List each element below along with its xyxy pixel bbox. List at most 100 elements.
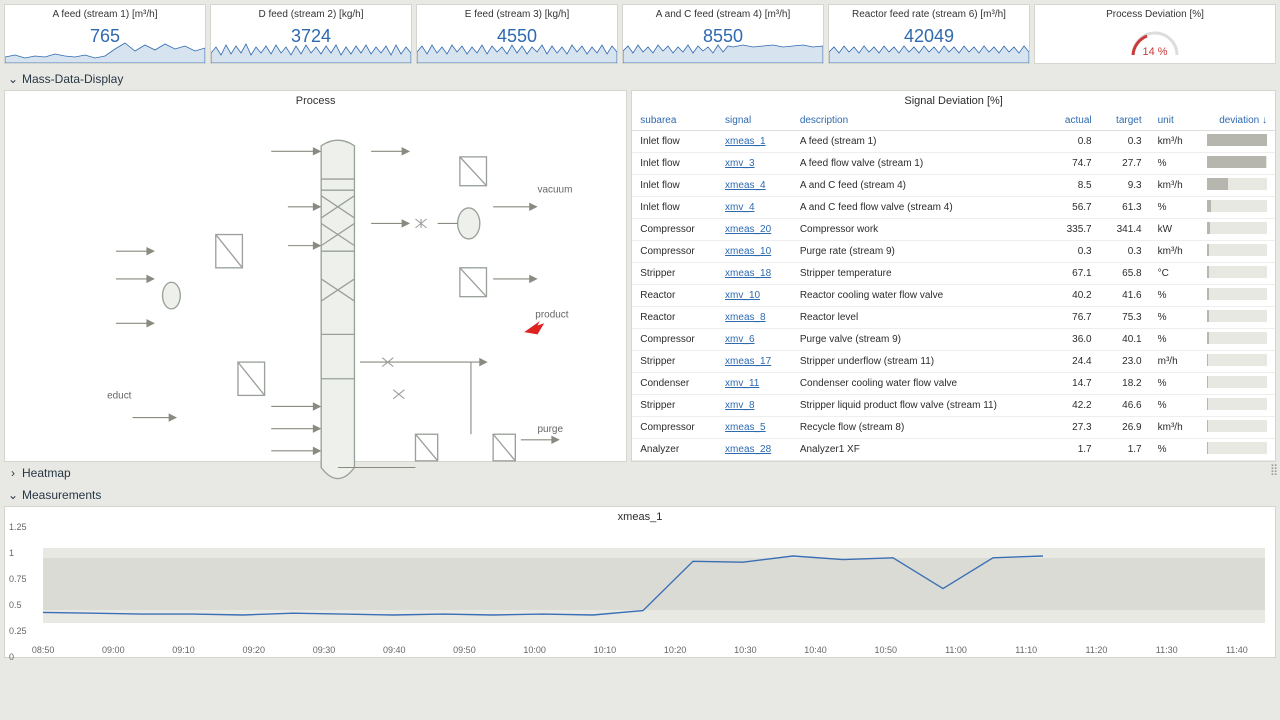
- cell-signal[interactable]: xmeas_1: [717, 131, 792, 153]
- table-row[interactable]: Analyzerxmeas_28Analyzer1 XF1.71.7%0.5: [632, 439, 1275, 461]
- table-row[interactable]: Condenserxmv_11Condenser cooling water f…: [632, 373, 1275, 395]
- cell-signal[interactable]: xmeas_17: [717, 351, 792, 373]
- cell-signal[interactable]: xmeas_8: [717, 307, 792, 329]
- cell-description: Condenser cooling water flow valve: [792, 373, 1048, 395]
- cell-deviation: [1199, 461, 1275, 463]
- table-row[interactable]: Compressorxmeas_10Purge rate (stream 9)0…: [632, 241, 1275, 263]
- table-row[interactable]: Stripperxmeas_17Stripper underflow (stre…: [632, 351, 1275, 373]
- cell-subarea: Inlet flow: [632, 153, 717, 175]
- cell-deviation: 12.3: [1199, 175, 1275, 197]
- process-diagram[interactable]: vacuum product educt purge: [5, 111, 626, 502]
- deviation-panel: Signal Deviation [%] subarea signal desc…: [631, 90, 1276, 462]
- table-row[interactable]: Stripperxmeas_18Stripper temperature67.1…: [632, 263, 1275, 285]
- cell-unit: %: [1150, 395, 1199, 417]
- ytick: 1: [9, 548, 14, 558]
- col-deviation[interactable]: deviation ↓: [1199, 111, 1275, 131]
- cell-signal[interactable]: xmeas_15: [717, 461, 792, 463]
- xtick: 11:00: [945, 645, 967, 655]
- cell-unit: %: [1150, 439, 1199, 461]
- signal-link[interactable]: xmv_4: [725, 202, 754, 213]
- cell-signal[interactable]: xmv_8: [717, 395, 792, 417]
- cell-subarea: Compressor: [632, 329, 717, 351]
- col-target[interactable]: target: [1100, 111, 1150, 131]
- cell-signal[interactable]: xmeas_18: [717, 263, 792, 285]
- cell-target: 46.6: [1100, 395, 1150, 417]
- signal-link[interactable]: xmeas_8: [725, 312, 766, 323]
- cell-signal[interactable]: xmv_3: [717, 153, 792, 175]
- col-unit[interactable]: unit: [1150, 111, 1199, 131]
- metrics-row: A feed (stream 1) [m³/h] 765 D feed (str…: [0, 0, 1280, 68]
- signal-link[interactable]: xmeas_4: [725, 180, 766, 191]
- table-row[interactable]: Reactorxmeas_8Reactor level76.775.3%1.0: [632, 307, 1275, 329]
- cell-signal[interactable]: xmeas_10: [717, 241, 792, 263]
- metric-card-deviation[interactable]: Process Deviation [%] 14 %: [1034, 4, 1276, 64]
- svg-text:educt: educt: [107, 391, 132, 402]
- metric-card-d-feed[interactable]: D feed (stream 2) [kg/h] 3724: [210, 4, 412, 64]
- measurements-chart[interactable]: 1.25 1 0.75 0.5 0.25 0 08:5009:0009:1009…: [5, 527, 1275, 657]
- metric-label: Reactor feed rate (stream 6) [m³/h]: [852, 9, 1006, 20]
- signal-link[interactable]: xmeas_5: [725, 422, 766, 433]
- signal-link[interactable]: xmv_11: [725, 378, 759, 389]
- cell-unit: km³/h: [1150, 417, 1199, 439]
- metric-card-ac-feed[interactable]: A and C feed (stream 4) [m³/h] 8550: [622, 4, 824, 64]
- signal-link[interactable]: xmv_8: [725, 400, 754, 411]
- cell-signal[interactable]: xmv_11: [717, 373, 792, 395]
- cell-subarea: Stripper: [632, 263, 717, 285]
- cell-subarea: Stripper: [632, 395, 717, 417]
- cell-signal[interactable]: xmeas_5: [717, 417, 792, 439]
- cell-target: 75.3: [1100, 307, 1150, 329]
- pfd-svg: vacuum product educt purge: [5, 111, 626, 502]
- cell-unit: %: [1150, 373, 1199, 395]
- cell-signal[interactable]: xmeas_28: [717, 439, 792, 461]
- cell-signal[interactable]: xmv_4: [717, 197, 792, 219]
- cell-target: 9.3: [1100, 175, 1150, 197]
- alert-arrow-icon: [524, 321, 544, 334]
- signal-link[interactable]: xmeas_28: [725, 444, 771, 455]
- cell-actual: 48.1: [1048, 461, 1099, 463]
- table-row[interactable]: Compressorxmeas_20Compressor work335.734…: [632, 219, 1275, 241]
- cell-signal[interactable]: xmv_10: [717, 285, 792, 307]
- signal-link[interactable]: xmv_3: [725, 158, 754, 169]
- table-row[interactable]: Inlet flowxmv_4A and C feed flow valve (…: [632, 197, 1275, 219]
- table-row[interactable]: Inlet flowxmv_3A feed flow valve (stream…: [632, 153, 1275, 175]
- cell-target: 18.2: [1100, 373, 1150, 395]
- signal-link[interactable]: xmv_6: [725, 334, 754, 345]
- table-row[interactable]: Compressorxmeas_5Recycle flow (stream 8)…: [632, 417, 1275, 439]
- table-row[interactable]: Inlet flowxmeas_4A and C feed (stream 4)…: [632, 175, 1275, 197]
- cell-signal[interactable]: xmeas_4: [717, 175, 792, 197]
- signal-link[interactable]: xmeas_17: [725, 356, 771, 367]
- signal-link[interactable]: xmeas_20: [725, 224, 771, 235]
- cell-subarea: Reactor: [632, 285, 717, 307]
- cell-deviation: 1.3: [1199, 263, 1275, 285]
- resize-handle-icon[interactable]: ⣿: [1270, 463, 1278, 476]
- col-actual[interactable]: actual: [1048, 111, 1099, 131]
- table-row[interactable]: Inlet flowxmeas_1A feed (stream 1)0.80.3…: [632, 131, 1275, 153]
- col-description[interactable]: description: [792, 111, 1048, 131]
- svg-text:product: product: [535, 310, 568, 321]
- signal-link[interactable]: xmeas_10: [725, 246, 771, 257]
- sparkline: [417, 37, 617, 63]
- cell-signal[interactable]: xmeas_20: [717, 219, 792, 241]
- col-subarea[interactable]: subarea: [632, 111, 717, 131]
- cell-deviation: 34.2: [1199, 153, 1275, 175]
- metric-card-a-feed[interactable]: A feed (stream 1) [m³/h] 765: [4, 4, 206, 64]
- section-toggle-mass-data[interactable]: ⌄ Mass-Data-Display: [0, 68, 1280, 90]
- cell-actual: 27.3: [1048, 417, 1099, 439]
- cell-deviation: 1.9: [1199, 197, 1275, 219]
- cell-signal[interactable]: xmv_6: [717, 329, 792, 351]
- metric-card-e-feed[interactable]: E feed (stream 3) [kg/h] 4550: [416, 4, 618, 64]
- table-row[interactable]: Compressorxmv_6Purge valve (stream 9)36.…: [632, 329, 1275, 351]
- signal-link[interactable]: xmeas_18: [725, 268, 771, 279]
- cell-deviation: 1.7: [1199, 219, 1275, 241]
- table-row[interactable]: Stripperxmeas_15Stripper level48.150.0%: [632, 461, 1275, 463]
- metric-card-reactor-feed[interactable]: Reactor feed rate (stream 6) [m³/h] 4204…: [828, 4, 1030, 64]
- table-row[interactable]: Stripperxmv_8Stripper liquid product flo…: [632, 395, 1275, 417]
- cell-description: Stripper level: [792, 461, 1048, 463]
- table-row[interactable]: Reactorxmv_10Reactor cooling water flow …: [632, 285, 1275, 307]
- xtick: 11:40: [1226, 645, 1248, 655]
- col-signal[interactable]: signal: [717, 111, 792, 131]
- signal-link[interactable]: xmv_10: [725, 290, 760, 301]
- signal-link[interactable]: xmeas_1: [725, 136, 766, 147]
- cell-unit: kW: [1150, 219, 1199, 241]
- cell-unit: %: [1150, 461, 1199, 463]
